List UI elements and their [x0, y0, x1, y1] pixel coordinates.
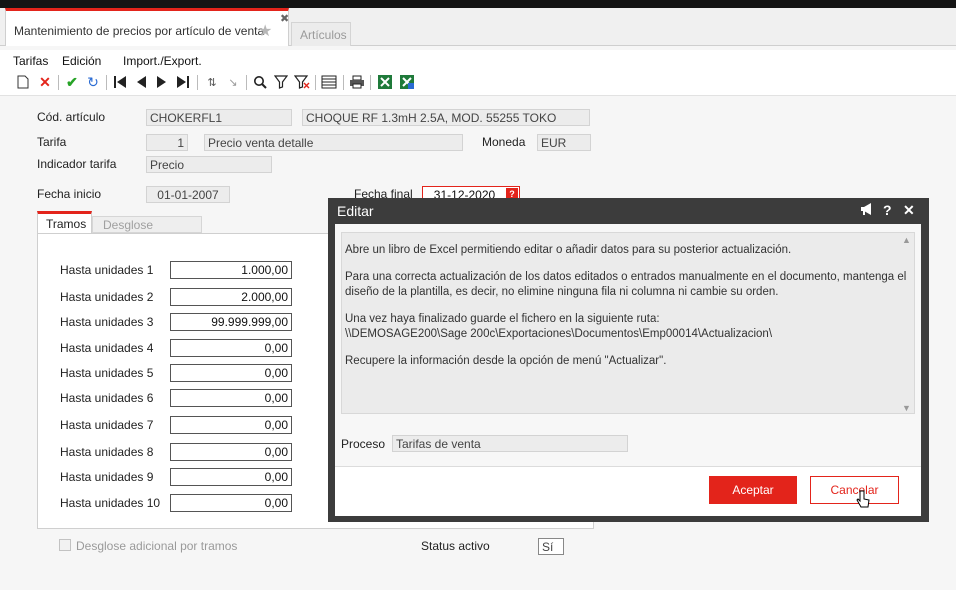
scroll-up-icon[interactable]: ▲	[902, 235, 911, 245]
tramo-input[interactable]: 0,00	[170, 339, 292, 357]
tramo-input[interactable]: 0,00	[170, 494, 292, 512]
proceso-label: Proceso	[341, 437, 386, 451]
message-paragraph: Abre un libro de Excel permitiendo edita…	[345, 244, 792, 256]
tarifa-label: Tarifa	[37, 135, 67, 149]
tramo-label: Hasta unidades 1	[60, 263, 154, 277]
fecha-inicio-field[interactable]: 01-01-2007	[146, 186, 230, 203]
tab-articulos[interactable]: Artículos	[291, 22, 351, 46]
previous-record-icon[interactable]	[132, 73, 150, 91]
dialog-message: Abre un libro de Excel permitiendo edita…	[341, 232, 915, 414]
tramo-input[interactable]: 0,00	[170, 364, 292, 382]
filter-clear-icon[interactable]	[293, 73, 311, 91]
tramo-input[interactable]: 99.999.999,00	[170, 313, 292, 331]
menu-import-export[interactable]: Import./Export.	[123, 54, 202, 68]
tab-desglose-adicional[interactable]: Desglose adicional	[92, 216, 202, 246]
tramo-input[interactable]: 0,00	[170, 416, 292, 434]
tramo-label: Hasta unidades 6	[60, 391, 154, 405]
check-icon[interactable]: ✔	[63, 73, 81, 91]
cod-articulo-field[interactable]: CHOKERFL1	[146, 109, 292, 126]
star-icon[interactable]: ★	[258, 21, 272, 41]
message-paragraph: Para una correcta actualización de los d…	[345, 271, 907, 298]
search-icon[interactable]	[251, 73, 269, 91]
help-icon[interactable]: ?	[883, 202, 892, 218]
cod-articulo-label: Cód. artículo	[37, 110, 106, 124]
tramo-label: Hasta unidades 4	[60, 341, 154, 355]
status-activo-field[interactable]: Sí	[538, 538, 564, 555]
menu-bar: Tarifas Edición Import./Export.	[0, 50, 956, 70]
print-icon[interactable]	[348, 73, 366, 91]
refresh-icon[interactable]: ↻	[84, 73, 102, 91]
close-tab-icon[interactable]: ✖	[280, 12, 289, 25]
descripcion-field[interactable]: CHOQUE RF 1.3mH 2.5A, MOD. 55255 TOKO	[302, 109, 590, 126]
tab-mantenimiento-precios[interactable]: Mantenimiento de precios por artículo de…	[5, 8, 289, 46]
tramo-label: Hasta unidades 5	[60, 366, 154, 380]
message-paragraph: Recupere la información desde la opción …	[345, 355, 667, 367]
moneda-label: Moneda	[482, 135, 526, 149]
dialog-title: Editar	[337, 203, 374, 219]
status-activo-label: Status activo	[421, 539, 490, 553]
tramo-input[interactable]: 0,00	[170, 468, 292, 486]
message-paragraph: Una vez haya finalizado guarde el ficher…	[345, 313, 773, 340]
filter-icon[interactable]	[272, 73, 290, 91]
tab-label: Mantenimiento de precios por artículo de…	[14, 24, 265, 38]
new-document-icon[interactable]	[14, 73, 32, 91]
hand-cursor-icon	[855, 490, 871, 510]
grid-view-icon[interactable]	[320, 73, 338, 91]
tramo-input[interactable]: 1.000,00	[170, 261, 292, 279]
menu-edicion[interactable]: Edición	[62, 54, 101, 68]
next-record-icon[interactable]	[153, 73, 171, 91]
megaphone-icon[interactable]	[859, 202, 875, 219]
tarifa-number-field[interactable]: 1	[146, 134, 188, 151]
close-icon[interactable]: ✕	[903, 202, 915, 219]
toolbar: ✕ ✔ ↻ ⇅ ↘	[0, 70, 956, 96]
indicador-tarifa-label: Indicador tarifa	[37, 157, 117, 171]
dialog-title-bar: Editar ? ✕	[328, 198, 929, 224]
moneda-field[interactable]: EUR	[537, 134, 591, 151]
excel-export-icon[interactable]	[376, 73, 394, 91]
indicador-tarifa-field[interactable]: Precio	[146, 156, 272, 173]
excel-import-icon[interactable]	[398, 73, 416, 91]
tramo-label: Hasta unidades 8	[60, 445, 154, 459]
tramo-label: Hasta unidades 7	[60, 418, 154, 432]
first-record-icon[interactable]	[111, 73, 129, 91]
tramo-label: Hasta unidades 2	[60, 290, 154, 304]
desglose-checkbox-label: Desglose adicional por tramos	[76, 539, 238, 553]
tramo-input[interactable]: 0,00	[170, 443, 292, 461]
tarifa-description-field[interactable]: Precio venta detalle	[204, 134, 463, 151]
tramo-input[interactable]: 0,00	[170, 389, 292, 407]
tab-tramos[interactable]: Tramos	[37, 211, 92, 234]
window-top-bar	[0, 0, 956, 8]
delete-icon[interactable]: ✕	[36, 73, 54, 91]
menu-tarifas[interactable]: Tarifas	[13, 54, 48, 68]
sort-icon[interactable]: ⇅	[203, 73, 221, 91]
tramo-label: Hasta unidades 9	[60, 470, 154, 484]
fecha-inicio-label: Fecha inicio	[37, 187, 102, 201]
last-record-icon[interactable]	[174, 73, 192, 91]
sort-descending-icon[interactable]: ↘	[224, 73, 242, 91]
tramo-label: Hasta unidades 10	[60, 496, 161, 510]
desglose-checkbox[interactable]	[59, 539, 71, 551]
accept-button[interactable]: Aceptar	[709, 476, 797, 504]
tramo-input[interactable]: 2.000,00	[170, 288, 292, 306]
scroll-down-icon[interactable]: ▼	[902, 403, 911, 413]
tramo-label: Hasta unidades 3	[60, 315, 154, 329]
proceso-field[interactable]: Tarifas de venta	[392, 435, 628, 452]
tab-label: Artículos	[300, 28, 347, 42]
